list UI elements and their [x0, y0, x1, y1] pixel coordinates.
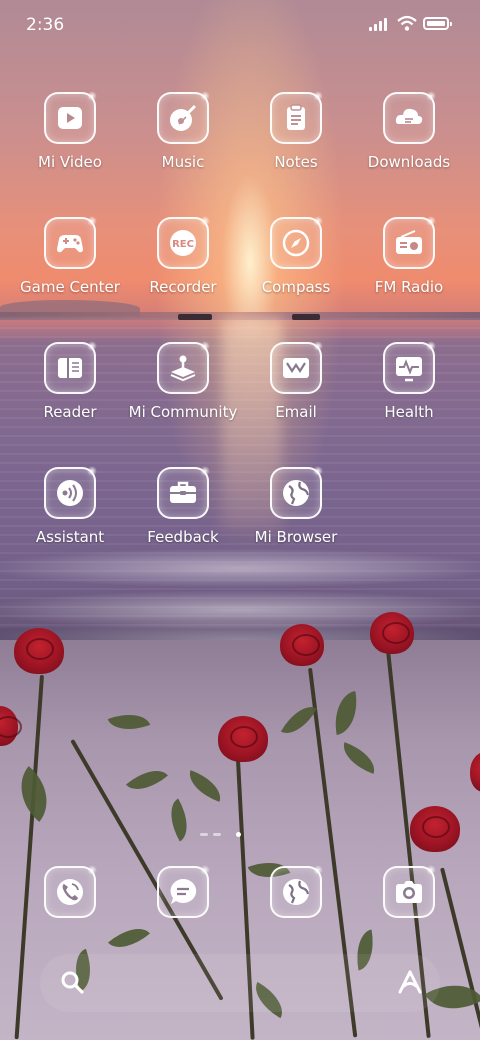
app-notes[interactable]: Notes: [240, 91, 352, 171]
heart-monitor-icon: [383, 341, 436, 394]
boat-silhouette: [292, 314, 320, 320]
search-icon[interactable]: [58, 968, 88, 998]
app-recorder[interactable]: REC Recorder: [127, 216, 239, 296]
mail-icon: [270, 341, 323, 394]
boat-silhouette: [178, 314, 212, 320]
red-rose: [370, 612, 414, 654]
app-compass[interactable]: Compass: [240, 216, 352, 296]
app-music[interactable]: Music: [127, 91, 239, 171]
app-assistant[interactable]: Assistant: [14, 466, 126, 546]
page-indicator[interactable]: [200, 831, 250, 839]
status-bar: 2:36: [0, 0, 480, 52]
rec-icon: REC: [157, 216, 210, 269]
search-bar[interactable]: [40, 954, 440, 1012]
app-label: Compass: [261, 278, 331, 296]
app-downloads[interactable]: Downloads: [353, 91, 465, 171]
app-fm-radio[interactable]: FM Radio: [353, 216, 465, 296]
dock-phone[interactable]: [14, 865, 126, 918]
radio-icon: [383, 216, 436, 269]
app-label: Recorder: [149, 278, 217, 296]
app-email[interactable]: Email: [240, 341, 352, 421]
page-dot: [200, 833, 208, 836]
app-mi-video[interactable]: Mi Video: [14, 91, 126, 171]
app-reader[interactable]: Reader: [14, 341, 126, 421]
battery-icon: [423, 17, 452, 30]
app-mi-community[interactable]: Mi Community: [127, 341, 239, 421]
status-time: 2:36: [26, 15, 65, 35]
app-label: Downloads: [367, 153, 451, 171]
app-label: Mi Browser: [254, 528, 338, 546]
voice-assistant-icon: [44, 466, 97, 519]
app-label: Music: [161, 153, 205, 171]
red-rose: [280, 624, 324, 666]
red-rose: [410, 806, 460, 852]
gamepad-icon: [44, 216, 97, 269]
guitar-music-icon: [157, 91, 210, 144]
camera-icon: [383, 865, 436, 918]
app-label: Email: [275, 403, 317, 421]
phone-icon: [44, 865, 97, 918]
app-label: Game Center: [20, 278, 120, 296]
browser-icon: [270, 865, 323, 918]
app-mi-browser[interactable]: Mi Browser: [240, 466, 352, 546]
app-label: Notes: [274, 153, 318, 171]
dock-camera[interactable]: [353, 865, 465, 918]
community-icon: [157, 341, 210, 394]
app-label: Reader: [43, 403, 97, 421]
app-label: FM Radio: [374, 278, 444, 296]
notes-icon: [270, 91, 323, 144]
globe-icon: [270, 466, 323, 519]
app-feedback[interactable]: Feedback: [127, 466, 239, 546]
app-label: Mi Video: [38, 153, 102, 171]
compass-icon: [270, 216, 323, 269]
page-dot: [213, 833, 221, 836]
red-rose: [14, 628, 64, 674]
app-label: Health: [384, 403, 434, 421]
wave-foam: [0, 548, 480, 588]
home-screen: 2:36 Mi Video Music Notes Downloads Game…: [0, 0, 480, 1040]
app-label: Mi Community: [128, 403, 238, 421]
dock-browser[interactable]: [240, 865, 352, 918]
page-dot-active: [236, 832, 241, 837]
red-rose: [218, 716, 268, 762]
assistant-shortcut-icon[interactable]: [395, 968, 425, 998]
app-game-center[interactable]: Game Center: [14, 216, 126, 296]
message-icon: [157, 865, 210, 918]
rec-badge-text: REC: [172, 239, 194, 250]
wifi-icon: [397, 14, 417, 32]
app-label: Assistant: [35, 528, 105, 546]
download-cloud-icon: [383, 91, 436, 144]
dock-messages[interactable]: [127, 865, 239, 918]
toolbox-icon: [157, 466, 210, 519]
app-label: Feedback: [147, 528, 219, 546]
cellular-signal-icon: [369, 17, 391, 31]
book-icon: [44, 341, 97, 394]
app-health[interactable]: Health: [353, 341, 465, 421]
play-video-icon: [44, 91, 97, 144]
